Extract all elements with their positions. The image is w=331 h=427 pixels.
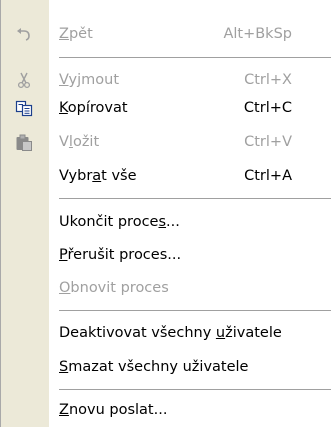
menu-item-resend[interactable]: Znovu poslat... xyxy=(1,393,331,427)
scissors-icon xyxy=(15,72,33,89)
menu-item-resume-process[interactable]: Obnovit proces xyxy=(1,271,331,305)
menu-separator xyxy=(59,310,331,311)
menu-item-label: Kopírovat xyxy=(59,100,128,116)
menu-item-undo[interactable]: Zpět Alt+BkSp xyxy=(1,17,331,51)
menu-item-label: Ukončit proces... xyxy=(59,214,180,230)
menu-item-shortcut: Ctrl+A xyxy=(244,168,292,184)
menu-separator xyxy=(59,389,331,390)
menu-item-select-all[interactable]: Vybrat vše Ctrl+A xyxy=(1,159,331,193)
menu-item-delete-all-users[interactable]: Smazat všechny uživatele xyxy=(1,350,331,384)
paste-icon xyxy=(15,134,33,151)
menu-item-label: Vložit xyxy=(59,134,100,150)
menu-item-shortcut: Ctrl+V xyxy=(244,134,292,150)
menu-item-copy[interactable]: Kopírovat Ctrl+C xyxy=(1,91,331,125)
menu-item-label: Vybrat vše xyxy=(59,168,137,184)
menu-separator xyxy=(59,57,331,58)
menu-item-label: Přerušit proces... xyxy=(59,247,182,263)
context-menu: Zpět Alt+BkSp Vyjmout Ctrl+X Kopírovat C… xyxy=(0,0,331,427)
menu-item-label: Znovu poslat... xyxy=(59,402,168,418)
menu-separator xyxy=(59,198,331,199)
copy-icon xyxy=(15,100,33,117)
menu-item-deactivate-all-users[interactable]: Deaktivovat všechny uživatele xyxy=(1,316,331,350)
menu-item-paste[interactable]: Vložit Ctrl+V xyxy=(1,125,331,159)
menu-item-label: Deaktivovat všechny uživatele xyxy=(59,325,282,341)
menu-item-label: Obnovit proces xyxy=(59,280,169,296)
menu-item-shortcut: Ctrl+C xyxy=(243,100,292,116)
menu-item-shortcut: Alt+BkSp xyxy=(223,26,292,42)
undo-icon xyxy=(15,26,33,43)
menu-item-label: Zpět xyxy=(59,26,93,42)
menu-item-label: Smazat všechny uživatele xyxy=(59,359,249,375)
menu-item-interrupt-process[interactable]: Přerušit proces... xyxy=(1,238,331,272)
menu-item-end-process[interactable]: Ukončit proces... xyxy=(1,205,331,239)
